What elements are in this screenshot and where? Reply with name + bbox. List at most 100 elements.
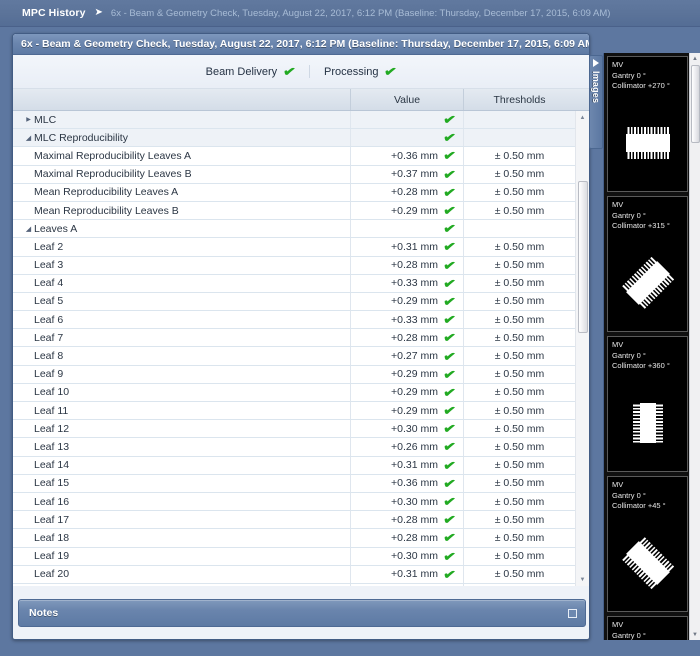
table-row[interactable]: Leaf 18 +0.28 mm ✔ ± 0.50 mm: [13, 529, 589, 548]
image-collimator-angle: Collimator +45 °: [612, 501, 666, 510]
table-row[interactable]: Leaf 19 +0.30 mm ✔ ± 0.50 mm: [13, 547, 589, 566]
expand-box-icon[interactable]: [568, 608, 577, 618]
row-value-cell: +0.33 mm ✔: [350, 311, 463, 329]
images-scrollbar[interactable]: ▲ ▼: [689, 53, 700, 640]
table-row[interactable]: Leaf 6 +0.33 mm ✔ ± 0.50 mm: [13, 311, 589, 330]
row-label: Leaf 7: [34, 331, 64, 344]
notes-bar[interactable]: Notes: [18, 599, 586, 627]
row-threshold: ± 0.50 mm: [494, 513, 545, 526]
row-value-cell: +0.27 mm ✔: [350, 347, 463, 365]
row-name-cell: Leaf 9: [13, 366, 350, 383]
row-threshold-cell: ± 0.50 mm: [463, 165, 575, 183]
table-row[interactable]: Leaf 9 +0.29 mm ✔ ± 0.50 mm: [13, 365, 589, 384]
scroll-down-icon[interactable]: ▼: [576, 573, 589, 586]
chevron-down-icon[interactable]: ◢: [23, 134, 34, 142]
table-row[interactable]: Leaf 15 +0.36 mm ✔ ± 0.50 mm: [13, 474, 589, 493]
image-thumbnail-card[interactable]: MV Gantry 0 ° Collimator +45 °: [607, 476, 688, 612]
table-row[interactable]: Leaf 8 +0.27 mm ✔ ± 0.50 mm: [13, 347, 589, 366]
table-row[interactable]: Leaf 10 +0.29 mm ✔ ± 0.50 mm: [13, 383, 589, 402]
row-threshold-cell: [463, 111, 575, 129]
row-threshold: ± 0.50 mm: [494, 277, 545, 290]
table-row[interactable]: Leaf 7 +0.28 mm ✔ ± 0.50 mm: [13, 329, 589, 348]
row-value: +0.36 mm: [391, 477, 438, 490]
table-row[interactable]: Leaf 14 +0.31 mm ✔ ± 0.50 mm: [13, 456, 589, 475]
table-row[interactable]: ◢ Leaves A ✔: [13, 220, 589, 239]
table-row[interactable]: Leaf 5 +0.29 mm ✔ ± 0.50 mm: [13, 292, 589, 312]
table-row[interactable]: ◢ MLC Reproducibility ✔: [13, 129, 589, 148]
row-value: +0.37 mm: [391, 168, 438, 181]
row-name-cell: Leaf 10: [13, 384, 350, 401]
column-header-name[interactable]: [13, 89, 350, 110]
images-scroll-up-icon[interactable]: ▲: [690, 53, 700, 64]
breadcrumb-current-item: 6x - Beam & Geometry Check, Tuesday, Aug…: [110, 7, 611, 19]
status-beam-delivery-label: Beam Delivery: [205, 65, 278, 78]
status-beam-delivery[interactable]: Beam Delivery ✔: [192, 63, 309, 79]
mlc-field-image: [620, 536, 675, 590]
row-threshold: ± 0.50 mm: [494, 295, 545, 308]
status-strip: Beam Delivery ✔ Processing ✔: [13, 55, 589, 89]
row-name-cell: Leaf 15: [13, 475, 350, 492]
column-header-value[interactable]: Value: [350, 89, 463, 110]
table-header-row: Value Thresholds: [13, 89, 589, 111]
row-label: Leaf 6: [34, 313, 64, 326]
image-thumbnail-card[interactable]: MV Gantry 0 ° Collimator +270 °: [607, 56, 688, 192]
chevron-right-icon[interactable]: ▶: [23, 116, 34, 123]
row-value: +0.30 mm: [391, 422, 438, 435]
image-collimator-angle: Collimator +315 °: [612, 221, 670, 230]
row-threshold-cell: ± 0.50 mm: [463, 420, 575, 438]
table-row[interactable]: Mean Reproducibility Leaves A +0.28 mm ✔ ± …: [13, 183, 589, 202]
image-thumbnail-card[interactable]: MV Gantry 0 ° Collimator +360 °: [607, 336, 688, 472]
breadcrumb-link-mpc-history[interactable]: MPC History: [22, 7, 86, 19]
table-row[interactable]: Leaf 13 +0.26 mm ✔ ± 0.50 mm: [13, 438, 589, 457]
image-thumbnail-card[interactable]: MV Gantry 0 ° Collimator +315 °: [607, 196, 688, 332]
check-icon: ✔: [442, 166, 457, 183]
table-row[interactable]: Maximal Reproducibility Leaves A +0.36 mm…: [13, 147, 589, 166]
row-value: +0.29 mm: [391, 404, 438, 417]
breadcrumb: MPC History ➤ 6x - Beam & Geometry Check…: [0, 0, 700, 27]
row-threshold: ± 0.50 mm: [494, 186, 545, 199]
table-row[interactable]: ▶ MLC ✔: [13, 111, 589, 130]
table-row[interactable]: Leaf 12 +0.30 mm ✔ ± 0.50 mm: [13, 420, 589, 439]
table-row[interactable]: Leaf 11 +0.29 mm ✔ ± 0.50 mm: [13, 402, 589, 421]
images-tab[interactable]: Images: [589, 55, 603, 149]
images-scroll-down-icon[interactable]: ▼: [690, 629, 700, 640]
row-value-cell: +0.30 mm ✔: [350, 420, 463, 438]
table-vertical-scrollbar[interactable]: ▲ ▼: [575, 111, 589, 586]
scroll-up-icon[interactable]: ▲: [576, 111, 589, 124]
table-row[interactable]: Leaf 4 +0.33 mm ✔ ± 0.50 mm: [13, 274, 589, 293]
images-tab-label: Images: [591, 71, 601, 104]
table-row[interactable]: Leaf 16 +0.30 mm ✔ ± 0.50 mm: [13, 492, 589, 512]
table-row[interactable]: Leaf 17 +0.28 mm ✔ ± 0.50 mm: [13, 511, 589, 530]
row-value-cell: ✔: [350, 129, 463, 147]
mlc-leaf-teeth: [625, 152, 670, 159]
check-icon: ✔: [442, 366, 457, 383]
image-collimator-angle: Collimator +270 °: [612, 81, 670, 90]
table-row[interactable]: Maximal Reproducibility Leaves B +0.37 mm…: [13, 165, 589, 184]
table-row[interactable]: Mean Reproducibility Leaves B +0.29 mm ✔ ± …: [13, 201, 589, 221]
table-row[interactable]: Leaf 21+0.27 mm✔± 0.50 mm: [13, 583, 589, 586]
mlc-figure-container: [625, 127, 670, 159]
row-value-cell: +0.30 mm ✔: [350, 547, 463, 565]
row-value: +0.33 mm: [391, 313, 438, 326]
scrollbar-thumb[interactable]: [578, 181, 588, 333]
check-icon: ✔: [440, 584, 459, 586]
row-name-cell: ▶ MLC: [13, 111, 350, 128]
status-processing[interactable]: Processing ✔: [309, 63, 410, 80]
row-threshold-cell: ± 0.50 mm: [463, 474, 575, 492]
table-row[interactable]: Leaf 20 +0.31 mm ✔ ± 0.50 mm: [13, 565, 589, 584]
row-threshold-cell: ± 0.50 mm: [463, 529, 575, 547]
images-scrollbar-thumb[interactable]: [691, 65, 700, 143]
row-value-cell: +0.33 mm ✔: [350, 274, 463, 292]
image-gantry-angle: Gantry 0 °: [612, 490, 646, 500]
row-threshold-cell: ± 0.50 mm: [463, 147, 575, 165]
panel-title: 6x - Beam & Geometry Check, Tuesday, Aug…: [13, 34, 589, 55]
table-row[interactable]: Leaf 2 +0.31 mm ✔ ± 0.50 mm: [13, 238, 589, 257]
row-label: Leaf 16: [34, 495, 70, 508]
column-header-thresholds[interactable]: Thresholds: [463, 89, 575, 110]
row-threshold-cell: ± 0.50 mm: [463, 402, 575, 420]
image-thumbnail-card[interactable]: MVGantry 0 °Collimator +90 °: [607, 616, 688, 640]
chevron-down-icon[interactable]: ◢: [23, 225, 34, 233]
check-icon: ✔: [442, 329, 457, 346]
table-row[interactable]: Leaf 3 +0.28 mm ✔ ± 0.50 mm: [13, 256, 589, 275]
row-name-cell: Leaf 12: [13, 420, 350, 437]
